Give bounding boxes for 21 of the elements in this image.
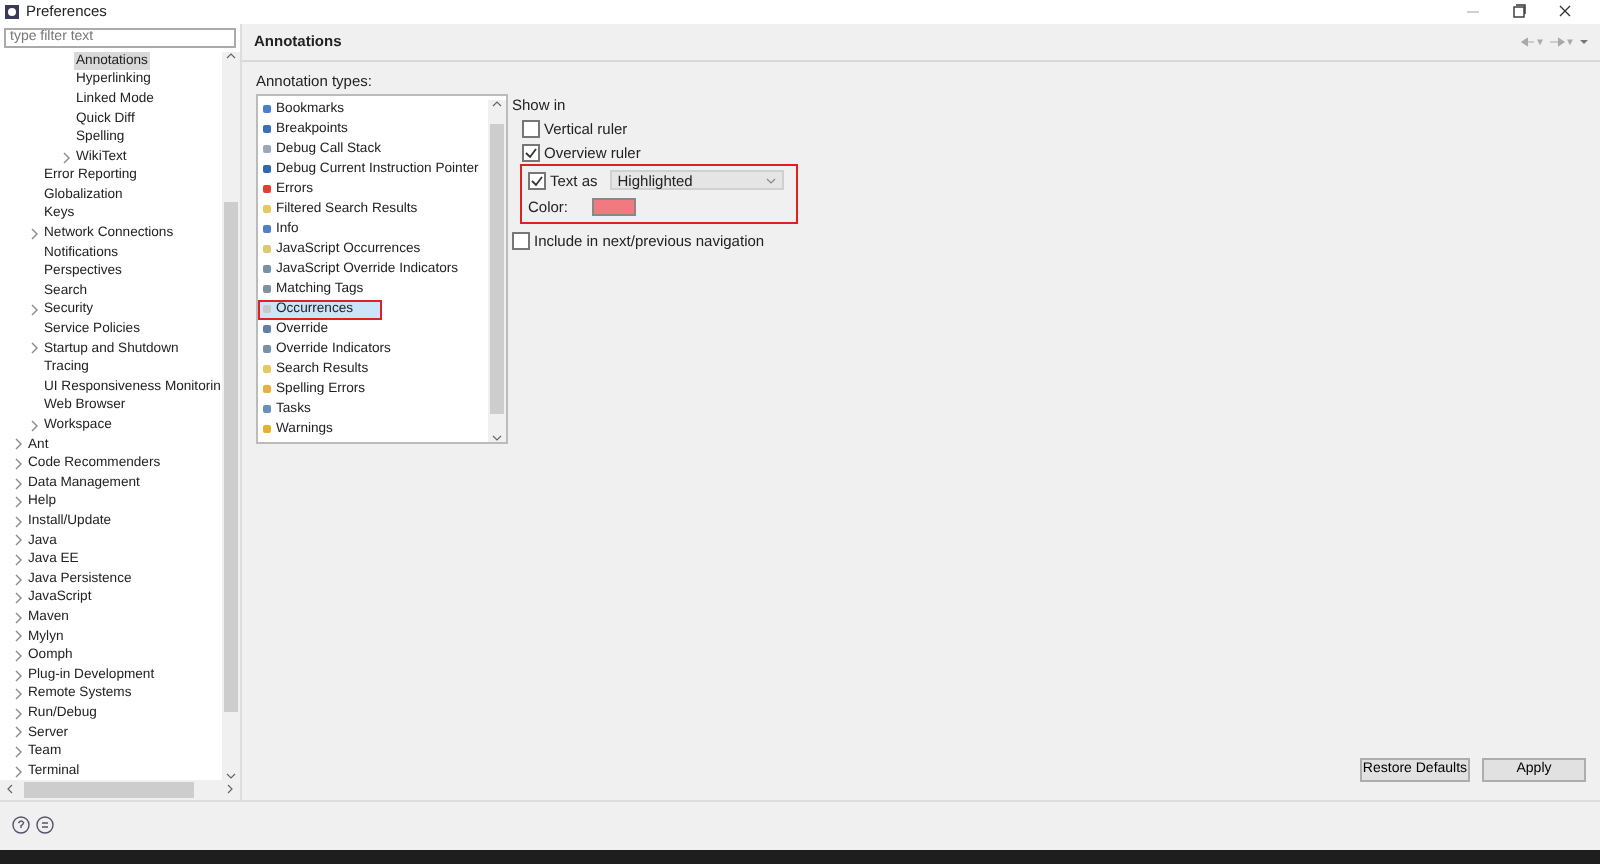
- scroll-right-icon[interactable]: [226, 784, 234, 795]
- scroll-up-icon[interactable]: [492, 99, 502, 108]
- help-icon[interactable]: [12, 816, 30, 835]
- forward-arrow-icon[interactable]: [1550, 35, 1574, 48]
- back-arrow-icon[interactable]: [1520, 35, 1544, 48]
- checkbox[interactable]: [512, 231, 530, 250]
- checkbox[interactable]: [528, 171, 546, 190]
- caret-icon: [766, 177, 776, 184]
- close-icon[interactable]: [1558, 4, 1572, 19]
- scroll-up-icon[interactable]: [226, 51, 236, 60]
- restore-icon[interactable]: [1512, 4, 1526, 19]
- color-swatch[interactable]: [592, 197, 637, 216]
- checkbox[interactable]: [522, 119, 540, 138]
- checkbox[interactable]: [522, 143, 540, 162]
- scroll-down-icon[interactable]: [492, 433, 502, 442]
- scrollbar[interactable]: [488, 99, 506, 442]
- scroll-down-icon[interactable]: [226, 771, 236, 780]
- scroll-left-icon[interactable]: [6, 784, 14, 795]
- scrollbar[interactable]: [222, 51, 240, 780]
- scrollbar[interactable]: [0, 779, 240, 800]
- import-export-icon[interactable]: [36, 816, 54, 835]
